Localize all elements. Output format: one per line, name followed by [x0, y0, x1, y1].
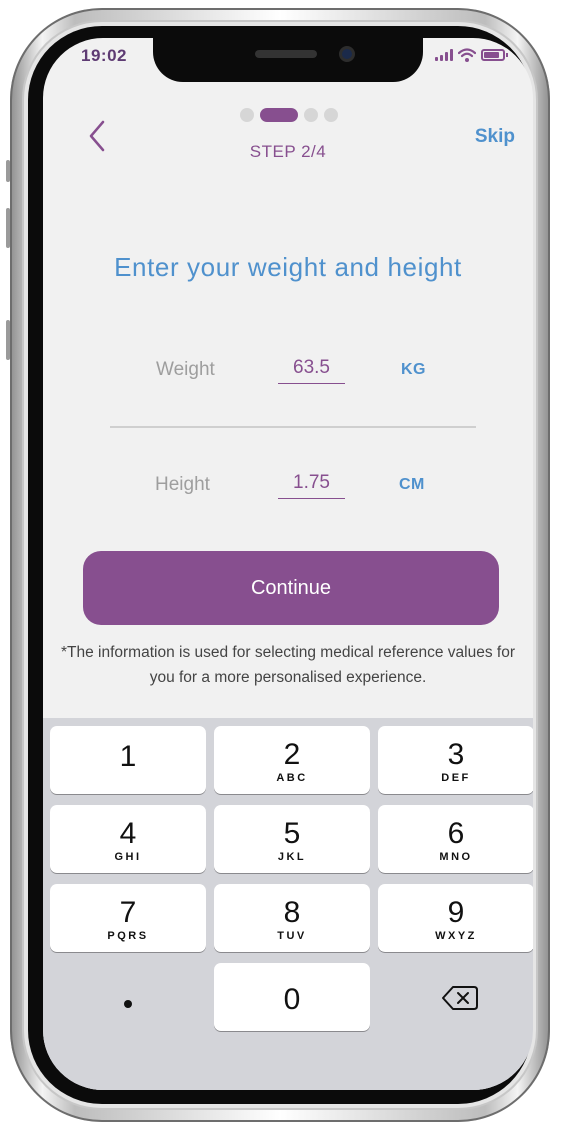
step-progress-indicator [240, 108, 338, 122]
key-7-letters: PQRS [107, 930, 149, 942]
key-7-digit: 7 [119, 896, 137, 929]
status-time: 19:02 [81, 46, 127, 65]
status-icons [435, 48, 508, 62]
key-8[interactable]: 8 TUV [214, 884, 370, 952]
app-screen: 19:02 STEP 2/4 Skip Enter your weight an… [43, 38, 533, 1090]
key-3-digit: 3 [447, 738, 465, 771]
key-4-letters: GHI [114, 851, 142, 863]
key-6-digit: 6 [447, 817, 465, 850]
step-dot-4 [324, 108, 338, 122]
home-indicator-area [43, 1038, 533, 1090]
weight-unit-label: KG [401, 361, 426, 378]
key-8-letters: TUV [277, 930, 307, 942]
key-1[interactable]: 1 [50, 726, 206, 794]
key-8-digit: 8 [283, 896, 301, 929]
height-input[interactable] [278, 472, 345, 499]
disclaimer-text: *The information is used for selecting m… [60, 644, 516, 686]
step-dot-3 [304, 108, 318, 122]
height-label: Height [155, 474, 210, 495]
step-label: STEP 2/4 [249, 142, 327, 161]
key-5[interactable]: 5 JKL [214, 805, 370, 873]
speaker-grille [255, 50, 317, 58]
height-unit-label: CM [399, 476, 425, 493]
battery-icon [481, 49, 508, 61]
skip-button[interactable]: Skip [475, 126, 515, 148]
key-0[interactable]: 0 [214, 963, 370, 1031]
weight-label: Weight [156, 359, 215, 380]
front-camera [339, 46, 355, 62]
key-2-letters: ABC [276, 772, 308, 784]
key-6[interactable]: 6 MNO [378, 805, 533, 873]
key-3[interactable]: 3 DEF [378, 726, 533, 794]
page-title: Enter your weight and height [114, 252, 462, 282]
delete-key[interactable] [440, 983, 480, 1013]
key-9-letters: WXYZ [435, 930, 477, 942]
field-divider [110, 426, 476, 428]
key-3-letters: DEF [441, 772, 471, 784]
key-0-digit: 0 [283, 983, 301, 1016]
decimal-point-key[interactable] [124, 1000, 132, 1008]
key-5-digit: 5 [283, 817, 301, 850]
step-dot-1 [240, 108, 254, 122]
continue-button[interactable]: Continue [83, 551, 499, 625]
key-9-digit: 9 [447, 896, 465, 929]
backspace-icon [442, 986, 478, 1010]
key-4[interactable]: 4 GHI [50, 805, 206, 873]
wifi-icon [458, 48, 476, 62]
numeric-keypad: 1 2 ABC 3 DEF 4 GHI 5 JKL 6 MNO 7 PQRS 8… [43, 718, 533, 1090]
key-5-letters: JKL [277, 851, 307, 863]
step-dot-2-active [260, 108, 298, 122]
key-6-letters: MNO [439, 851, 473, 863]
key-2-digit: 2 [283, 738, 301, 771]
key-4-digit: 4 [119, 817, 137, 850]
key-1-digit: 1 [119, 740, 137, 773]
key-9[interactable]: 9 WXYZ [378, 884, 533, 952]
key-7[interactable]: 7 PQRS [50, 884, 206, 952]
weight-input[interactable] [278, 357, 345, 384]
phone-notch [153, 38, 423, 82]
key-2[interactable]: 2 ABC [214, 726, 370, 794]
cellular-signal-icon [435, 49, 453, 61]
